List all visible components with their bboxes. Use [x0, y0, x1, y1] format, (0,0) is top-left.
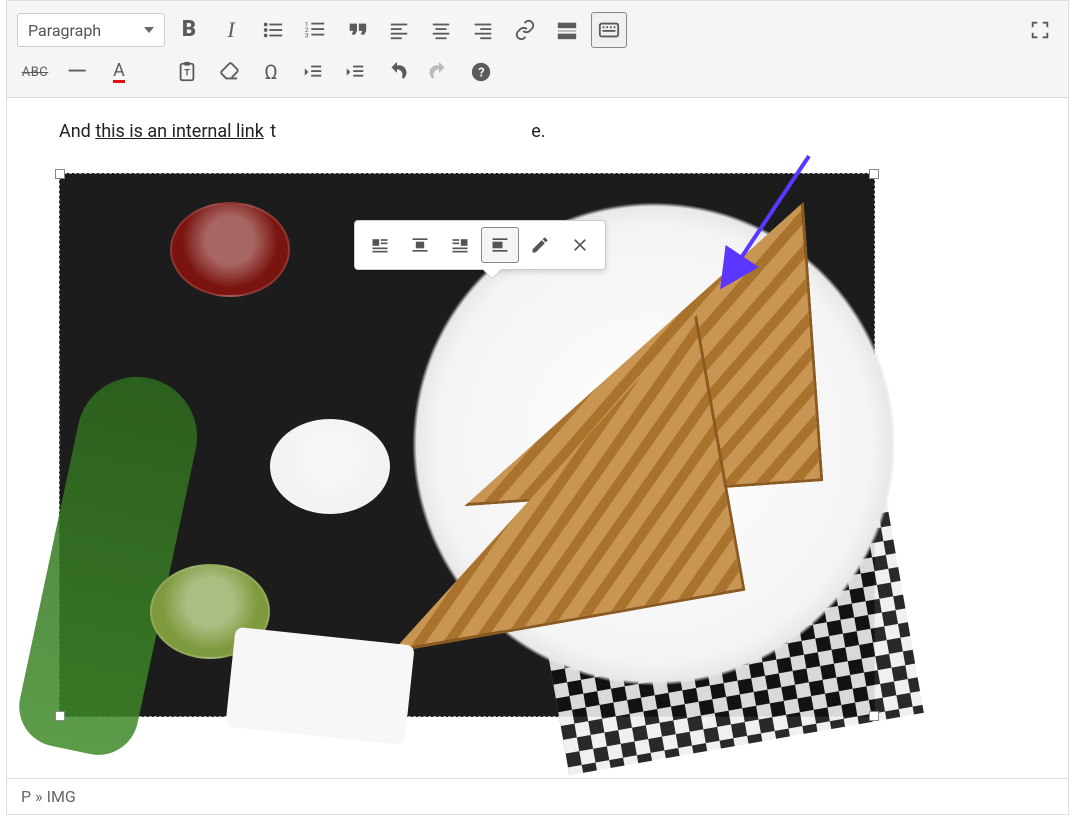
read-more-icon	[556, 19, 578, 41]
text-after-link-end: e.	[531, 121, 545, 142]
caret-down-icon	[144, 27, 154, 33]
redo-button[interactable]	[421, 54, 457, 90]
hr-button[interactable]: —	[59, 54, 95, 90]
align-center-button[interactable]	[423, 12, 459, 48]
status-bar: P » IMG	[7, 778, 1068, 814]
text-before-link: And	[59, 121, 95, 142]
italic-button[interactable]: I	[213, 12, 249, 48]
image-floating-toolbar	[354, 220, 606, 270]
numbered-list-icon: 123	[304, 19, 326, 41]
align-left-icon	[388, 19, 410, 41]
indent-button[interactable]	[337, 54, 373, 90]
align-right-button[interactable]	[465, 12, 501, 48]
internal-link[interactable]: this is an internal link	[95, 121, 264, 142]
text-color-button[interactable]: A	[101, 54, 137, 90]
format-select-label: Paragraph	[28, 21, 101, 40]
clear-formatting-button[interactable]	[211, 54, 247, 90]
image-decor-napkin	[225, 627, 414, 745]
toolbar-row-1: Paragraph B I 123	[17, 9, 1058, 51]
insert-more-button[interactable]	[549, 12, 585, 48]
undo-icon	[386, 61, 408, 83]
image-align-center-icon	[410, 235, 430, 255]
status-path-sep: »	[35, 787, 43, 806]
align-left-button[interactable]	[381, 12, 417, 48]
image-align-left-button[interactable]	[361, 227, 399, 263]
help-button[interactable]: ?	[463, 54, 499, 90]
blockquote-button[interactable]	[339, 12, 375, 48]
outdent-icon	[302, 61, 324, 83]
image-decor-scallion	[12, 366, 208, 763]
bulleted-list-icon	[262, 19, 284, 41]
paste-text-button[interactable]: T	[169, 54, 205, 90]
bold-icon: B	[182, 19, 196, 41]
strikethrough-button[interactable]: ABC	[17, 54, 53, 90]
special-char-button[interactable]: Ω	[253, 54, 289, 90]
help-icon: ?	[470, 61, 492, 83]
image-edit-button[interactable]	[521, 227, 559, 263]
outdent-button[interactable]	[295, 54, 331, 90]
editor-content[interactable]: And this is an internal link t e.	[7, 98, 1068, 778]
image-align-right-button[interactable]	[441, 227, 479, 263]
text-after-link-hidden: t	[270, 121, 276, 142]
toolbar-row-2: ABC — A T Ω	[17, 51, 1058, 93]
svg-text:3: 3	[305, 31, 309, 39]
eraser-icon	[218, 61, 240, 83]
omega-icon: Ω	[264, 60, 277, 84]
align-center-icon	[430, 19, 452, 41]
paragraph-text[interactable]: And this is an internal link t e.	[59, 118, 1016, 145]
fullscreen-icon	[1029, 19, 1051, 41]
editor-frame: Paragraph B I 123	[6, 0, 1069, 815]
clipboard-text-icon: T	[176, 61, 198, 83]
resize-handle-br[interactable]	[869, 711, 879, 721]
bold-button[interactable]: B	[171, 12, 207, 48]
undo-button[interactable]	[379, 54, 415, 90]
svg-text:T: T	[184, 69, 190, 79]
fullscreen-button[interactable]	[1022, 12, 1058, 48]
text-color-icon: A	[113, 62, 125, 83]
svg-text:?: ?	[478, 66, 484, 81]
resize-handle-tl[interactable]	[55, 169, 65, 179]
link-icon	[514, 19, 536, 41]
close-icon	[570, 235, 590, 255]
resize-handle-tr[interactable]	[869, 169, 879, 179]
image-decor-sauce-red	[170, 202, 290, 297]
format-select[interactable]: Paragraph	[17, 13, 165, 47]
quote-icon	[346, 19, 368, 41]
image-remove-button[interactable]	[561, 227, 599, 263]
status-path-img[interactable]: IMG	[47, 787, 76, 806]
resize-handle-bl[interactable]	[55, 711, 65, 721]
image-align-none-button[interactable]	[481, 227, 519, 263]
numbered-list-button[interactable]: 123	[297, 12, 333, 48]
keyboard-icon	[598, 19, 620, 41]
editor-toolbar: Paragraph B I 123	[7, 1, 1068, 98]
indent-icon	[344, 61, 366, 83]
image-align-none-icon	[490, 235, 510, 255]
image-align-center-button[interactable]	[401, 227, 439, 263]
image-decor-sauce-white	[270, 419, 390, 514]
redo-icon	[428, 61, 450, 83]
align-right-icon	[472, 19, 494, 41]
text-color-picker-button[interactable]	[143, 54, 163, 90]
hr-icon: —	[67, 59, 87, 85]
insert-link-button[interactable]	[507, 12, 543, 48]
pencil-icon	[530, 235, 550, 255]
toolbar-toggle-button[interactable]	[591, 12, 627, 48]
bulleted-list-button[interactable]	[255, 12, 291, 48]
strikethrough-icon: ABC	[22, 65, 49, 80]
status-path-p[interactable]: P	[21, 787, 31, 806]
italic-icon: I	[227, 19, 234, 41]
image-align-right-icon	[450, 235, 470, 255]
image-align-left-icon	[370, 235, 390, 255]
